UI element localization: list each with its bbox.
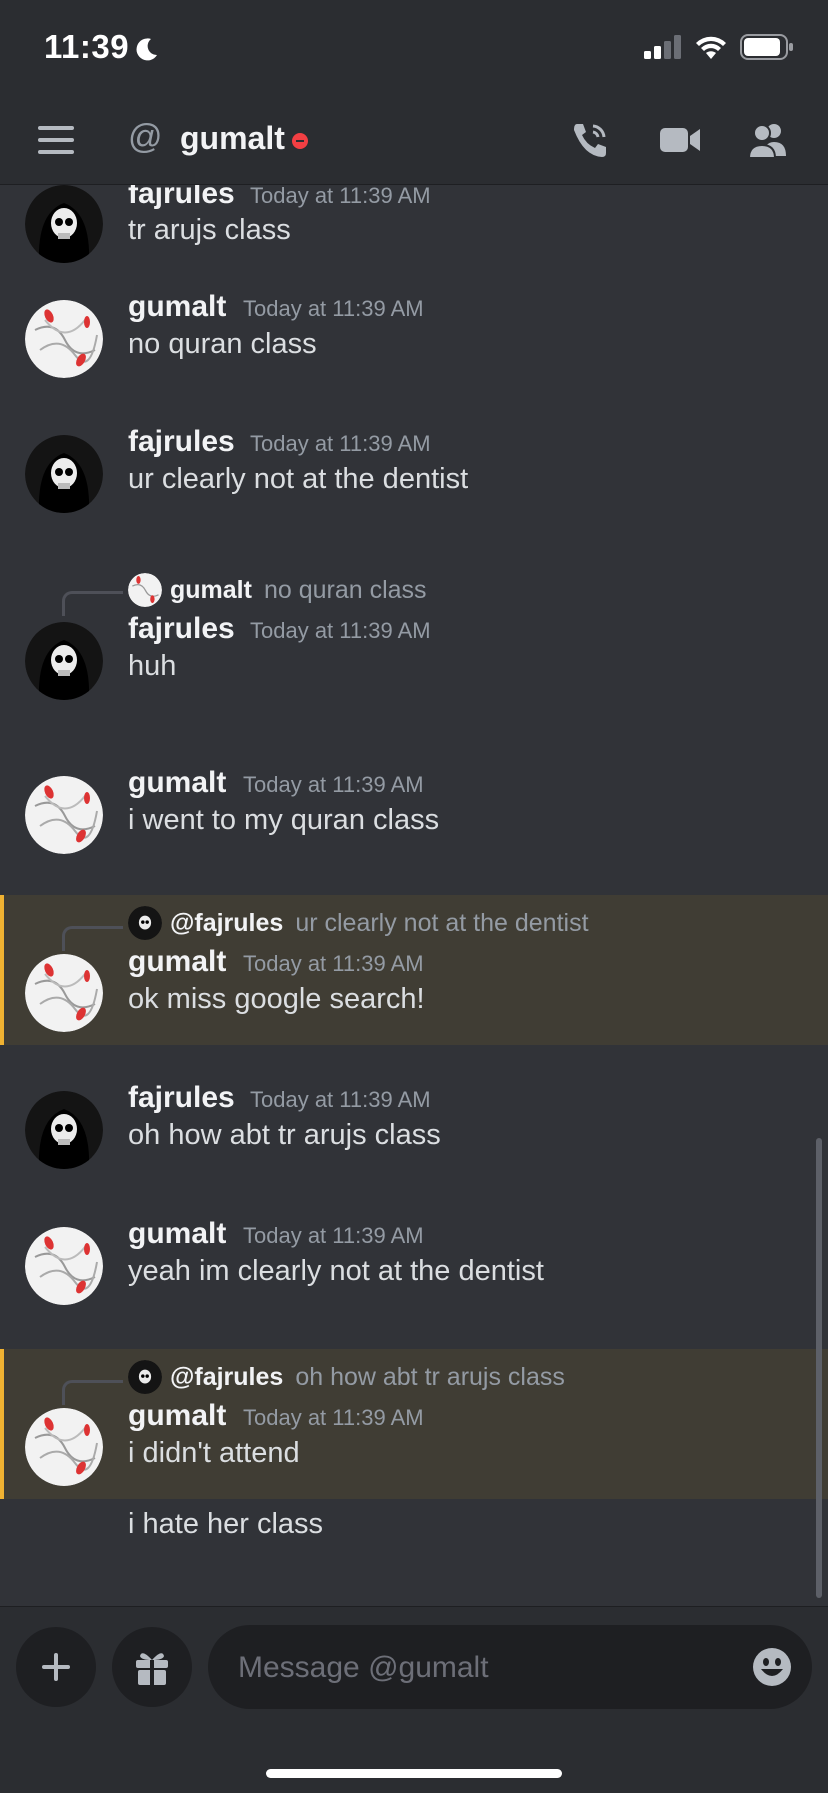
message-mention-highlight: @fajrules ur clearly not at the dentist …	[0, 895, 828, 1045]
dnd-status-icon	[292, 133, 308, 149]
sketch-avatar-icon	[25, 1227, 103, 1305]
sketch-avatar-icon	[25, 300, 103, 378]
message: gumalt Today at 11:39 AM i went to my qu…	[0, 756, 828, 866]
message-composer	[0, 1606, 828, 1793]
avatar[interactable]	[25, 776, 103, 854]
message-text: no quran class	[128, 328, 317, 360]
message-timestamp: Today at 11:39 AM	[250, 1087, 431, 1112]
message-timestamp: Today at 11:39 AM	[250, 618, 431, 643]
reply-text: ur clearly not at the dentist	[295, 908, 589, 937]
avatar[interactable]	[25, 1091, 103, 1169]
status-bar: 11:39	[0, 0, 828, 96]
message-text-continuation: i hate her class	[128, 1508, 324, 1540]
status-icons	[644, 34, 794, 60]
message-username[interactable]: fajrules	[128, 1081, 235, 1115]
message-timestamp: Today at 11:39 AM	[243, 1223, 424, 1248]
moon-icon	[136, 38, 157, 61]
menu-icon[interactable]	[38, 126, 74, 154]
message: gumalt no quran class fajrules Today at …	[0, 570, 828, 710]
avatar[interactable]	[25, 300, 103, 378]
message-username[interactable]: gumalt	[128, 945, 226, 979]
message-username[interactable]: fajrules	[128, 425, 235, 459]
message-text: ur clearly not at the dentist	[128, 463, 469, 495]
skull-avatar-icon	[25, 1091, 103, 1169]
reply-spine	[62, 1380, 123, 1405]
video-camera-icon[interactable]	[658, 118, 702, 162]
avatar[interactable]	[25, 954, 103, 1032]
message-text: i didn't attend	[128, 1437, 300, 1469]
avatar[interactable]	[25, 1408, 103, 1486]
message-timestamp: Today at 11:39 AM	[243, 296, 424, 321]
message-username[interactable]: gumalt	[128, 1399, 226, 1433]
reply-username: gumalt	[170, 575, 252, 604]
message: gumalt Today at 11:39 AM no quran class	[0, 280, 828, 390]
scrollbar[interactable]	[816, 1138, 822, 1598]
message-username[interactable]: fajrules	[128, 612, 235, 646]
message-timestamp: Today at 11:39 AM	[243, 772, 424, 797]
avatar[interactable]	[25, 435, 103, 513]
reply-spine	[62, 591, 123, 616]
reply-text: no quran class	[263, 575, 427, 604]
message-mention-highlight: @fajrules oh how abt tr arujs class guma…	[0, 1349, 828, 1499]
add-attachment-button[interactable]	[16, 1627, 96, 1707]
message-username[interactable]: gumalt	[128, 766, 226, 800]
battery-icon	[740, 34, 793, 60]
message-username[interactable]: gumalt	[128, 1217, 226, 1251]
message-text: oh how abt tr arujs class	[128, 1119, 441, 1151]
reply-spine	[62, 926, 123, 951]
reply-avatar	[128, 906, 162, 940]
sketch-avatar-icon	[25, 954, 103, 1032]
plus-icon	[42, 1653, 70, 1681]
message-timestamp: Today at 11:39 AM	[243, 951, 424, 976]
signal-icon	[644, 35, 681, 59]
gift-icon	[136, 1653, 168, 1685]
reply-preview[interactable]: @fajrules oh how abt tr arujs class	[128, 1357, 565, 1397]
emoji-icon[interactable]	[752, 1647, 792, 1687]
message: fajrules Today at 11:39 AM tr arujs clas…	[0, 185, 828, 275]
message-text: ok miss google search!	[128, 983, 425, 1015]
avatar[interactable]	[25, 622, 103, 700]
avatar[interactable]	[25, 1227, 103, 1305]
gift-button[interactable]	[112, 1627, 192, 1707]
status-time: 11:39	[44, 28, 130, 65]
message-text: huh	[128, 650, 177, 682]
avatar[interactable]	[25, 185, 103, 263]
phone-call-icon[interactable]	[568, 118, 612, 162]
message-username[interactable]: gumalt	[128, 290, 226, 324]
message: gumalt Today at 11:39 AM yeah im clearly…	[0, 1207, 828, 1317]
skull-avatar-icon	[25, 185, 103, 263]
message-timestamp: Today at 11:39 AM	[250, 185, 431, 208]
reply-username: @fajrules	[170, 908, 284, 937]
message-timestamp: Today at 11:39 AM	[250, 431, 431, 456]
message-username[interactable]: fajrules	[128, 185, 235, 211]
message-input-container[interactable]	[208, 1625, 812, 1711]
sketch-avatar-icon	[25, 776, 103, 854]
message-list[interactable]: fajrules Today at 11:39 AM tr arujs clas…	[0, 185, 828, 1605]
reply-preview[interactable]: @fajrules ur clearly not at the dentist	[128, 903, 589, 943]
sketch-avatar-icon	[25, 1408, 103, 1486]
reply-text: oh how abt tr arujs class	[295, 1362, 565, 1391]
message-text: tr arujs class	[128, 214, 291, 246]
reply-avatar	[128, 1360, 162, 1394]
message-timestamp: Today at 11:39 AM	[243, 1405, 424, 1430]
message: fajrules Today at 11:39 AM oh how abt tr…	[0, 1071, 828, 1181]
skull-avatar-icon	[25, 435, 103, 513]
members-icon[interactable]	[746, 118, 790, 162]
message-text: i went to my quran class	[128, 804, 440, 836]
reply-avatar	[128, 573, 162, 607]
skull-avatar-icon	[25, 622, 103, 700]
message-input[interactable]	[236, 1625, 740, 1711]
dm-at-symbol: @	[128, 118, 163, 156]
reply-username: @fajrules	[170, 1362, 284, 1391]
reply-preview[interactable]: gumalt no quran class	[128, 570, 427, 610]
message: fajrules Today at 11:39 AM ur clearly no…	[0, 415, 828, 525]
channel-title[interactable]: gumalt	[180, 120, 285, 157]
home-indicator[interactable]	[266, 1769, 562, 1778]
message-text: yeah im clearly not at the dentist	[128, 1255, 544, 1287]
channel-header: @ gumalt	[0, 96, 828, 185]
wifi-icon	[696, 36, 726, 59]
